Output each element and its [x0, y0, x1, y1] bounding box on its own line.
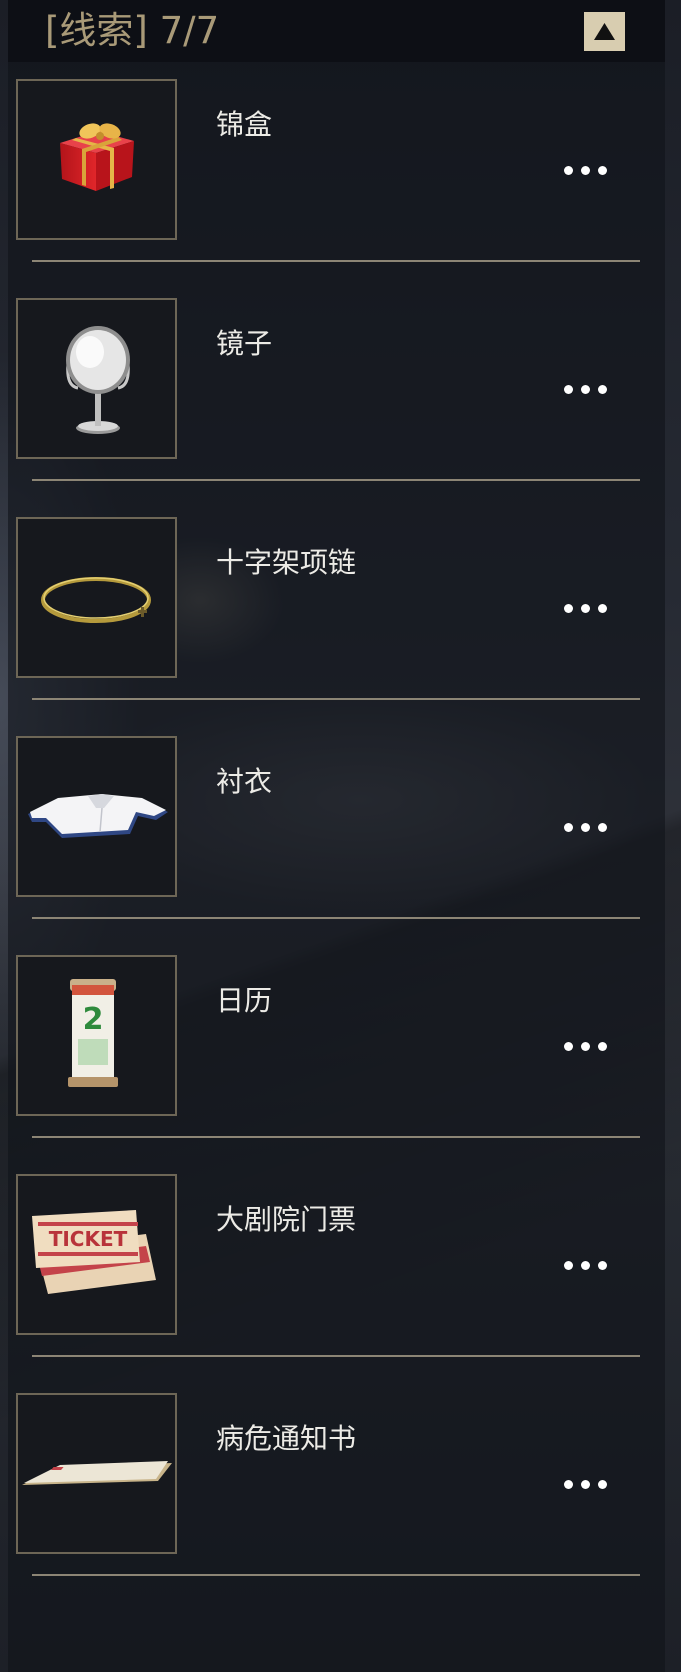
item-divider — [32, 1355, 640, 1357]
clue-thumbnail — [16, 298, 177, 459]
more-options-button[interactable] — [564, 816, 624, 838]
clue-item-theater-ticket[interactable]: TICKET 大剧院门票 — [16, 1174, 640, 1393]
dot — [564, 823, 573, 832]
collapse-button[interactable] — [584, 12, 625, 51]
clue-thumbnail: 2 — [16, 955, 177, 1116]
clue-item-mirror[interactable]: 镜子 — [16, 298, 640, 517]
clue-item-shirt[interactable]: 衬衣 — [16, 736, 640, 955]
item-divider — [32, 479, 640, 481]
paper-sheet-icon — [22, 1461, 172, 1485]
dot — [598, 1042, 607, 1051]
dot — [581, 385, 590, 394]
dot — [598, 166, 607, 175]
item-divider — [32, 1136, 640, 1138]
shirt-icon — [28, 794, 168, 838]
dot — [598, 385, 607, 394]
item-divider — [32, 698, 640, 700]
clue-item-calendar[interactable]: 2 日历 — [16, 955, 640, 1174]
clue-name: 十字架项链 — [216, 546, 357, 579]
dot — [598, 823, 607, 832]
item-divider — [32, 917, 640, 919]
dot — [564, 1042, 573, 1051]
more-options-button[interactable] — [564, 597, 624, 619]
dot — [564, 604, 573, 613]
triangle-up-icon — [594, 23, 615, 40]
dot — [581, 166, 590, 175]
clue-name: 病危通知书 — [216, 1422, 357, 1455]
item-divider — [32, 260, 640, 262]
gift-box-icon — [60, 123, 134, 191]
more-options-button[interactable] — [564, 1473, 624, 1495]
clue-count-title: [线索] 7/7 — [45, 9, 220, 52]
dot — [598, 1261, 607, 1270]
ticket-label: TICKET — [49, 1227, 128, 1251]
more-options-button[interactable] — [564, 1035, 624, 1057]
clue-name: 日历 — [216, 984, 273, 1017]
clue-name: 衬衣 — [216, 765, 273, 798]
dot — [581, 1480, 590, 1489]
clue-thumbnail — [16, 736, 177, 897]
clue-name: 锦盒 — [216, 108, 273, 141]
clue-thumbnail — [16, 1393, 177, 1554]
dot — [598, 1480, 607, 1489]
clue-thumbnail — [16, 79, 177, 240]
more-options-button[interactable] — [564, 1254, 624, 1276]
clue-item-gift-box[interactable]: 锦盒 — [16, 79, 640, 298]
calendar-date-number: 2 — [83, 1002, 104, 1037]
dot — [598, 604, 607, 613]
dot — [581, 823, 590, 832]
clue-item-critical-notice[interactable]: 病危通知书 — [16, 1393, 640, 1612]
calendar-icon: 2 — [68, 979, 118, 1087]
clue-thumbnail — [16, 517, 177, 678]
ticket-icon: TICKET — [32, 1210, 156, 1294]
necklace-icon — [41, 577, 151, 623]
dot — [564, 166, 573, 175]
clue-name: 大剧院门票 — [216, 1203, 357, 1236]
clue-panel-header: [线索] 7/7 — [8, 0, 665, 62]
dot — [564, 385, 573, 394]
dot — [581, 1261, 590, 1270]
dot — [564, 1261, 573, 1270]
clue-thumbnail: TICKET — [16, 1174, 177, 1335]
clue-item-cross-necklace[interactable]: 十字架项链 — [16, 517, 640, 736]
dot — [564, 1480, 573, 1489]
dot — [581, 1042, 590, 1051]
dot — [581, 604, 590, 613]
mirror-icon — [66, 326, 130, 434]
item-divider — [32, 1574, 640, 1576]
more-options-button[interactable] — [564, 378, 624, 400]
more-options-button[interactable] — [564, 159, 624, 181]
clue-name: 镜子 — [216, 327, 273, 360]
